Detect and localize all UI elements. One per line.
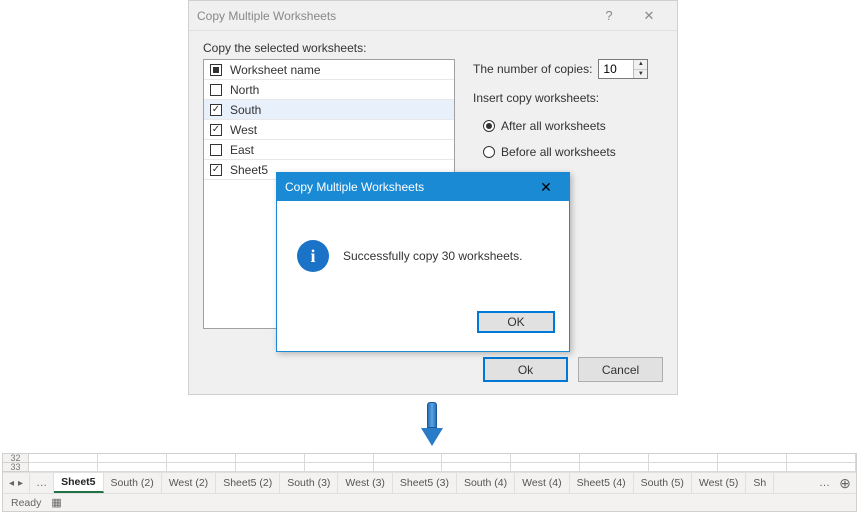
item-label: South	[230, 103, 261, 117]
cell[interactable]	[167, 463, 236, 472]
cell[interactable]	[787, 463, 856, 472]
close-icon[interactable]: ✕	[531, 179, 561, 196]
list-header[interactable]: Worksheet name	[204, 60, 454, 80]
cell[interactable]	[29, 454, 98, 463]
sheet-tab[interactable]: Sh	[746, 473, 774, 493]
cell[interactable]	[580, 463, 649, 472]
radio-label: After all worksheets	[501, 119, 606, 133]
sheet-tab[interactable]: South (5)	[634, 473, 692, 493]
cell[interactable]	[718, 454, 787, 463]
macro-record-icon[interactable]: ▦	[51, 496, 61, 509]
messagebox-title: Copy Multiple Worksheets	[285, 180, 531, 194]
radio-before-all[interactable]: Before all worksheets	[483, 139, 663, 165]
checkbox[interactable]	[210, 144, 222, 156]
sheet-tab[interactable]: South (3)	[280, 473, 338, 493]
cell[interactable]	[580, 454, 649, 463]
copies-label: The number of copies:	[473, 62, 592, 76]
cell[interactable]	[511, 463, 580, 472]
header-label: Worksheet name	[230, 63, 321, 77]
radio-label: Before all worksheets	[501, 145, 616, 159]
spinner-up-icon[interactable]: ▲	[634, 60, 647, 70]
copies-input[interactable]	[599, 60, 633, 78]
messagebox-titlebar: Copy Multiple Worksheets ✕	[277, 173, 569, 201]
cell[interactable]	[305, 454, 374, 463]
section-label: Copy the selected worksheets:	[203, 41, 663, 55]
list-item[interactable]: North	[204, 80, 454, 100]
select-all-checkbox[interactable]	[210, 64, 222, 76]
cell[interactable]	[442, 454, 511, 463]
cell[interactable]	[236, 463, 305, 472]
messagebox-text: Successfully copy 30 worksheets.	[343, 249, 522, 263]
sheet-tab[interactable]: West (2)	[162, 473, 216, 493]
checkbox[interactable]	[210, 84, 222, 96]
sheet-tab[interactable]: Sheet5 (3)	[393, 473, 457, 493]
copies-spinner[interactable]: ▲ ▼	[598, 59, 648, 79]
radio-icon[interactable]	[483, 120, 495, 132]
cell[interactable]	[787, 454, 856, 463]
cell[interactable]	[718, 463, 787, 472]
tab-nav[interactable]: ◂ ▸	[3, 473, 30, 493]
sheet-tab[interactable]: South (2)	[104, 473, 162, 493]
cell[interactable]	[305, 463, 374, 472]
insert-label: Insert copy worksheets:	[473, 91, 663, 105]
status-bar: Ready ▦	[3, 493, 856, 511]
sheet-tab[interactable]: West (5)	[692, 473, 746, 493]
cell[interactable]	[98, 454, 167, 463]
cell[interactable]	[236, 454, 305, 463]
info-icon: i	[297, 240, 329, 272]
checkbox[interactable]	[210, 164, 222, 176]
ok-button[interactable]: Ok	[483, 357, 568, 382]
spinner-down-icon[interactable]: ▼	[634, 70, 647, 79]
item-label: North	[230, 83, 259, 97]
radio-icon[interactable]	[483, 146, 495, 158]
list-item[interactable]: South	[204, 100, 454, 120]
checkbox[interactable]	[210, 104, 222, 116]
success-messagebox: Copy Multiple Worksheets ✕ i Successfull…	[276, 172, 570, 352]
hidden-tabs-right-icon[interactable]: …	[815, 473, 834, 493]
dialog-title: Copy Multiple Worksheets	[197, 9, 589, 23]
sheet-tabstrip: ◂ ▸ … Sheet5South (2)West (2)Sheet5 (2)S…	[3, 472, 856, 493]
sheet-tab[interactable]: Sheet5 (2)	[216, 473, 280, 493]
sheet-tab[interactable]: Sheet5 (4)	[570, 473, 634, 493]
item-label: East	[230, 143, 254, 157]
down-arrow-icon	[422, 402, 442, 450]
item-label: Sheet5	[230, 163, 268, 177]
cancel-button[interactable]: Cancel	[578, 357, 663, 382]
sheet-tab[interactable]: South (4)	[457, 473, 515, 493]
sheet-tab[interactable]: West (4)	[515, 473, 569, 493]
dialog-titlebar: Copy Multiple Worksheets ? ✕	[189, 1, 677, 31]
worksheet-grid[interactable]: 32 33	[3, 454, 856, 472]
hidden-tabs-left-icon[interactable]: …	[30, 473, 54, 493]
cell[interactable]	[442, 463, 511, 472]
cell[interactable]	[374, 454, 443, 463]
list-item[interactable]: East	[204, 140, 454, 160]
list-item[interactable]: West	[204, 120, 454, 140]
item-label: West	[230, 123, 257, 137]
cell[interactable]	[649, 454, 718, 463]
sheet-tab[interactable]: West (3)	[338, 473, 392, 493]
checkbox[interactable]	[210, 124, 222, 136]
cell[interactable]	[374, 463, 443, 472]
close-icon[interactable]: ✕	[629, 8, 669, 24]
nav-prev-icon[interactable]: ◂	[9, 478, 14, 489]
nav-next-icon[interactable]: ▸	[18, 478, 23, 489]
cell[interactable]	[511, 454, 580, 463]
cell[interactable]	[649, 463, 718, 472]
help-icon[interactable]: ?	[589, 8, 629, 23]
row-header[interactable]: 33	[3, 463, 29, 472]
status-text: Ready	[11, 497, 41, 509]
add-sheet-icon[interactable]: ⊕	[834, 473, 856, 493]
excel-window: 32 33 ◂ ▸ … Sheet5South (2)West (2)Sheet…	[2, 453, 857, 512]
cell[interactable]	[167, 454, 236, 463]
ok-button[interactable]: OK	[477, 311, 555, 333]
cell[interactable]	[98, 463, 167, 472]
cell[interactable]	[29, 463, 98, 472]
radio-after-all[interactable]: After all worksheets	[483, 113, 663, 139]
sheet-tab[interactable]: Sheet5	[54, 473, 103, 493]
